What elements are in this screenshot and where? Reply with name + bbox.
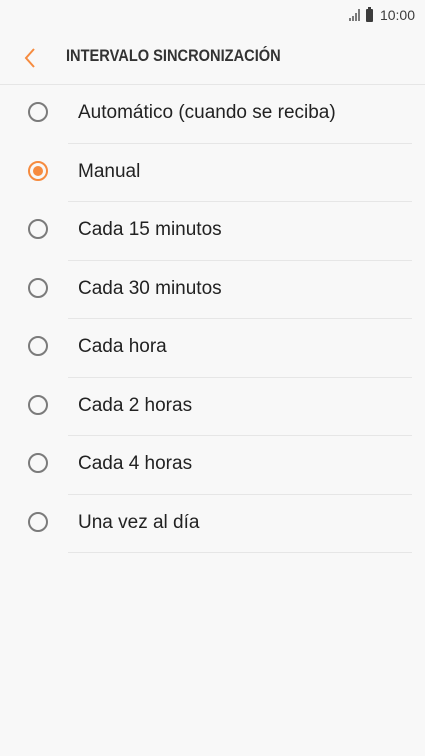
battery-icon [365, 6, 373, 22]
option-every-4-hours[interactable]: Cada 4 horas [0, 436, 425, 495]
divider [68, 552, 412, 553]
sync-interval-options: Automático (cuando se reciba) Manual Cad… [0, 85, 425, 553]
app-bar: INTERVALO SINCRONIZACIÓN [0, 32, 425, 85]
option-label: Cada 30 minutos [78, 277, 222, 299]
radio-button[interactable] [28, 277, 48, 298]
option-once-a-day[interactable]: Una vez al día [0, 495, 425, 553]
option-every-30-minutes[interactable]: Cada 30 minutos [0, 261, 425, 319]
option-label: Una vez al día [78, 511, 200, 533]
radio-button[interactable] [28, 394, 48, 415]
radio-button[interactable] [28, 219, 48, 239]
option-label: Manual [78, 160, 141, 182]
radio-button[interactable] [28, 102, 48, 122]
option-automatic[interactable]: Automático (cuando se reciba) [0, 85, 425, 144]
back-button[interactable] [14, 43, 46, 73]
option-label: Automático (cuando se reciba) [78, 102, 336, 123]
option-label: Cada 15 minutos [78, 219, 222, 240]
option-every-15-minutes[interactable]: Cada 15 minutos [0, 202, 425, 261]
status-time: 10:00 [379, 7, 415, 23]
page-title: INTERVALO SINCRONIZACIÓN [66, 46, 281, 65]
status-indicators: 10:00 [348, 6, 415, 23]
status-bar: 10:00 [0, 0, 425, 32]
option-every-2-hours[interactable]: Cada 2 horas [0, 378, 425, 436]
option-label: Cada 2 horas [78, 394, 193, 416]
radio-button[interactable] [28, 453, 48, 473]
radio-button-selected[interactable] [28, 160, 48, 181]
option-label: Cada hora [78, 336, 167, 357]
chevron-left-icon [24, 48, 35, 68]
signal-icon [348, 9, 360, 21]
radio-button[interactable] [28, 336, 48, 356]
option-every-hour[interactable]: Cada hora [0, 319, 425, 378]
option-manual[interactable]: Manual [0, 144, 425, 202]
option-label: Cada 4 horas [78, 453, 193, 474]
radio-button[interactable] [28, 511, 48, 532]
